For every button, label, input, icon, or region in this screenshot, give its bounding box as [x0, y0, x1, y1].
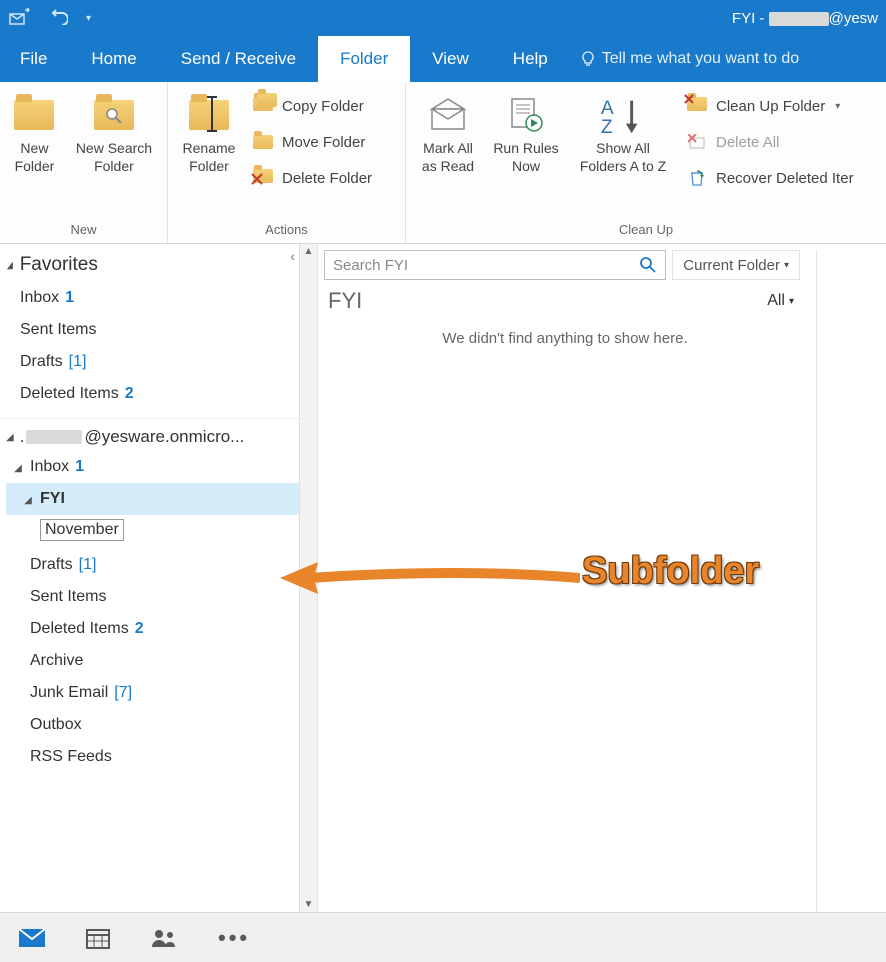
- calendar-nav-icon[interactable]: [86, 927, 110, 949]
- clean-up-folder-button[interactable]: Clean Up Folder▾: [686, 92, 854, 120]
- folder-pane: ‹ ◢ Favorites Inbox 1Sent ItemsDrafts[1]…: [0, 244, 318, 912]
- new-folder-input[interactable]: November: [40, 519, 124, 541]
- copy-folder-button[interactable]: Copy Folder: [252, 92, 372, 120]
- folder-icon: [10, 94, 58, 136]
- mail-nav-icon[interactable]: [18, 928, 46, 948]
- folder-item[interactable]: Archive: [6, 645, 299, 677]
- folder-item[interactable]: ◢FYI: [6, 483, 299, 515]
- folder-item[interactable]: Drafts[1]: [6, 549, 299, 581]
- folder-item[interactable]: ◢Inbox 1: [6, 451, 299, 483]
- scroll-up-icon[interactable]: ▲: [304, 246, 314, 257]
- folder-item[interactable]: Deleted Items 2: [6, 613, 299, 645]
- collapse-pane-icon[interactable]: ‹: [290, 248, 295, 264]
- svg-text:Z: Z: [601, 117, 613, 136]
- folder-item[interactable]: RSS Feeds: [6, 741, 299, 773]
- pane-divider[interactable]: [816, 250, 822, 912]
- expand-triangle-icon: ◢: [12, 463, 24, 474]
- main-area: ‹ ◢ Favorites Inbox 1Sent ItemsDrafts[1]…: [0, 244, 886, 912]
- new-folder-button[interactable]: New Folder: [6, 90, 63, 179]
- expand-triangle-icon: ◢: [22, 495, 34, 506]
- cleanup-folder-icon: [686, 95, 708, 117]
- delete-all-button[interactable]: Delete All: [686, 128, 854, 156]
- ribbon-tabs: File Home Send / Receive Folder View Hel…: [0, 36, 886, 82]
- tab-send-receive[interactable]: Send / Receive: [159, 36, 318, 82]
- delete-all-icon: [686, 131, 708, 153]
- az-icon: AZ: [599, 94, 647, 136]
- folder-item[interactable]: Junk Email[7]: [6, 677, 299, 709]
- account-header[interactable]: ◢ .@yesware.onmicro...: [0, 418, 299, 451]
- filter-dropdown[interactable]: All▾: [767, 292, 794, 310]
- recover-icon: [686, 167, 708, 189]
- favorite-item[interactable]: Drafts[1]: [0, 346, 299, 378]
- recover-deleted-button[interactable]: Recover Deleted Iter: [686, 164, 854, 192]
- favorite-item[interactable]: Inbox 1: [0, 282, 299, 314]
- show-all-az-button[interactable]: AZ Show All Folders A to Z: [568, 90, 678, 179]
- window-title: FYI - @yesw: [732, 10, 878, 27]
- ribbon-group-new-label: New: [0, 218, 167, 243]
- delete-folder-button[interactable]: Delete Folder: [252, 164, 372, 192]
- empty-message: We didn't find anything to show here.: [322, 320, 808, 347]
- people-nav-icon[interactable]: [150, 927, 178, 949]
- favorite-item[interactable]: Deleted Items 2: [0, 378, 299, 410]
- current-folder-label: FYI: [328, 288, 362, 314]
- send-receive-qat-icon[interactable]: [8, 8, 30, 29]
- rules-icon: [502, 94, 550, 136]
- scroll-down-icon[interactable]: ▼: [304, 899, 314, 910]
- search-icon: [639, 256, 657, 274]
- copy-folder-icon: [252, 95, 274, 117]
- favorites-header[interactable]: ◢ Favorites: [0, 244, 299, 282]
- ribbon-group-cleanup-label: Clean Up: [406, 218, 886, 243]
- ribbon-group-actions-label: Actions: [168, 218, 405, 243]
- new-search-folder-button[interactable]: New Search Folder: [67, 90, 161, 179]
- search-input[interactable]: Search FYI: [324, 250, 666, 280]
- favorite-item[interactable]: Sent Items: [0, 314, 299, 346]
- expand-triangle-icon: ◢: [7, 260, 13, 271]
- lightbulb-icon: [580, 51, 596, 67]
- more-nav-icon[interactable]: •••: [218, 925, 250, 951]
- rename-folder-button[interactable]: Rename Folder: [174, 90, 244, 179]
- tab-view[interactable]: View: [410, 36, 491, 82]
- tab-home[interactable]: Home: [69, 36, 158, 82]
- search-scope-dropdown[interactable]: Current Folder▾: [672, 250, 800, 280]
- qat-customize-icon[interactable]: ▾: [86, 13, 91, 24]
- title-bar: ▾ FYI - @yesw: [0, 0, 886, 36]
- tab-folder[interactable]: Folder: [318, 36, 410, 82]
- move-folder-button[interactable]: Move Folder: [252, 128, 372, 156]
- ribbon: New Folder New Search Folder New: [0, 82, 886, 244]
- undo-icon[interactable]: [48, 9, 68, 28]
- expand-triangle-icon: ◢: [6, 432, 14, 443]
- tell-me[interactable]: Tell me what you want to do: [570, 36, 809, 82]
- reading-pane: Search FYI Current Folder▾ FYI All▾ We d…: [318, 244, 886, 912]
- delete-folder-icon: [252, 167, 274, 189]
- mark-all-read-button[interactable]: Mark All as Read: [412, 90, 484, 179]
- folder-item[interactable]: Outbox: [6, 709, 299, 741]
- folder-item[interactable]: Sent Items: [6, 581, 299, 613]
- envelope-open-icon: [424, 94, 472, 136]
- bottom-nav: •••: [0, 912, 886, 962]
- move-folder-icon: [252, 131, 274, 153]
- rename-folder-icon: [185, 94, 233, 136]
- search-folder-icon: [90, 94, 138, 136]
- tab-help[interactable]: Help: [491, 36, 570, 82]
- run-rules-button[interactable]: Run Rules Now: [488, 90, 564, 179]
- nav-scrollbar[interactable]: ▲ ▼: [299, 244, 317, 912]
- svg-text:A: A: [601, 98, 614, 119]
- tab-file[interactable]: File: [0, 36, 69, 82]
